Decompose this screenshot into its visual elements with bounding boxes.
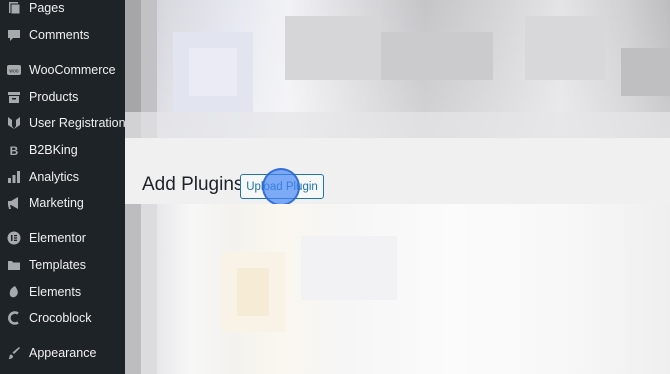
click-indicator — [262, 168, 300, 206]
sidebar-item-label: WooCommerce — [29, 63, 116, 77]
products-icon — [7, 90, 21, 104]
sidebar-item-templates[interactable]: Templates — [0, 253, 125, 277]
sidebar-item-b2bking[interactable]: B B2BKing — [0, 138, 125, 162]
sidebar-item-label: Elementor — [29, 231, 86, 245]
sidebar-item-label: Templates — [29, 258, 86, 272]
sidebar-item-label: Pages — [29, 1, 65, 15]
sidebar-item-label: Appearance — [29, 346, 97, 360]
b2bking-icon: B — [7, 143, 21, 157]
blurred-backdrop-bottom — [125, 204, 670, 374]
crocoblock-icon — [7, 311, 21, 325]
elementor-icon — [7, 231, 21, 245]
page-title: Add Plugins — [142, 174, 244, 195]
sidebar-item-woocommerce[interactable]: woo WooCommerce — [0, 58, 125, 82]
analytics-icon — [7, 170, 21, 184]
sidebar-item-pages[interactable]: Pages — [0, 0, 125, 20]
sidebar-item-marketing[interactable]: Marketing — [0, 191, 125, 215]
sidebar-item-label: Comments — [29, 28, 90, 42]
sidebar-item-label: Elements — [29, 285, 82, 299]
sidebar-item-products[interactable]: Products — [0, 85, 125, 109]
blurred-backdrop-top — [125, 0, 670, 138]
sidebar-item-label: Products — [29, 90, 79, 104]
appearance-icon — [7, 346, 21, 360]
woocommerce-icon: woo — [7, 63, 21, 77]
templates-icon — [7, 258, 21, 272]
sidebar-item-appearance[interactable]: Appearance — [0, 341, 125, 365]
sidebar-item-label: Crocoblock — [29, 311, 92, 325]
sidebar-item-user-registration[interactable]: User Registration — [0, 111, 126, 135]
comments-icon — [7, 28, 21, 42]
sidebar-item-elementor[interactable]: Elementor — [0, 226, 125, 250]
user-registration-icon — [7, 116, 21, 130]
sidebar-item-crocoblock[interactable]: Crocoblock — [0, 306, 125, 330]
marketing-icon — [7, 196, 21, 210]
sidebar-item-label: Marketing — [29, 196, 84, 210]
admin-sidebar: Pages Comments woo WooCommerce Products … — [0, 0, 126, 374]
sidebar-item-label: User Registration — [29, 116, 126, 130]
svg-text:woo: woo — [9, 69, 18, 75]
sidebar-item-label: B2BKing — [29, 143, 78, 157]
sidebar-item-label: Analytics — [29, 170, 80, 184]
sidebar-item-comments[interactable]: Comments — [0, 23, 125, 47]
elements-icon — [7, 285, 21, 299]
sidebar-item-analytics[interactable]: Analytics — [0, 165, 125, 189]
svg-text:B: B — [10, 144, 19, 157]
pages-icon — [7, 1, 21, 15]
sidebar-item-elements[interactable]: Elements — [0, 280, 125, 304]
